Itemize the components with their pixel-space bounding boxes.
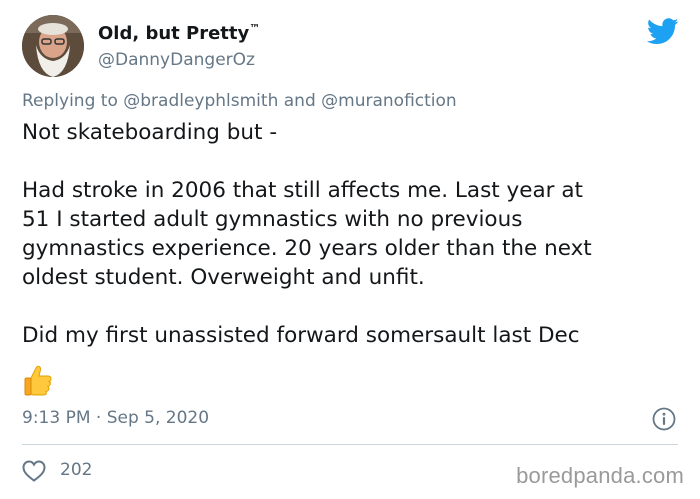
display-name-text: Old, but Pretty xyxy=(98,23,250,44)
meta-separator: · xyxy=(95,408,102,428)
info-icon[interactable] xyxy=(652,407,676,431)
divider xyxy=(22,444,678,445)
mention-link[interactable]: @muranofiction xyxy=(321,91,457,111)
replying-conjunction: and xyxy=(283,91,316,111)
replying-to: Replying to @bradleyphlsmith and @murano… xyxy=(22,91,457,111)
tweet-line: gymnastics experience. 20 years older th… xyxy=(22,236,592,261)
tweet-line: Had stroke in 2006 that still affects me… xyxy=(22,178,583,203)
like-count: 202 xyxy=(60,460,93,480)
replying-prefix: Replying to xyxy=(22,91,118,111)
user-handle[interactable]: @DannyDangerOz xyxy=(98,50,255,70)
tweet-line: oldest student. Overweight and unfit. xyxy=(22,265,425,290)
watermark: boredpanda.com xyxy=(516,463,684,488)
thumbs-up-icon xyxy=(24,365,52,396)
tweet-line: Not skateboarding but - xyxy=(22,120,278,145)
tweet-timestamp[interactable]: 9:13 PM · Sep 5, 2020 xyxy=(22,408,209,428)
tweet-line: 51 I started adult gymnastics with no pr… xyxy=(22,207,523,232)
tweet-date: Sep 5, 2020 xyxy=(106,408,210,428)
trademark-mark: ™ xyxy=(249,22,261,35)
avatar-image xyxy=(22,15,84,77)
tweet-line: Did my first unassisted forward somersau… xyxy=(22,323,580,348)
mention-link[interactable]: @bradleyphlsmith xyxy=(123,91,278,111)
tweet-time: 9:13 PM xyxy=(22,408,91,428)
twitter-bird-icon xyxy=(647,18,679,45)
tweet-text: Not skateboarding but - Had stroke in 20… xyxy=(22,118,682,350)
display-name[interactable]: Old, but Pretty™ xyxy=(98,22,260,44)
avatar[interactable] xyxy=(22,15,84,77)
heart-icon[interactable] xyxy=(22,460,46,482)
